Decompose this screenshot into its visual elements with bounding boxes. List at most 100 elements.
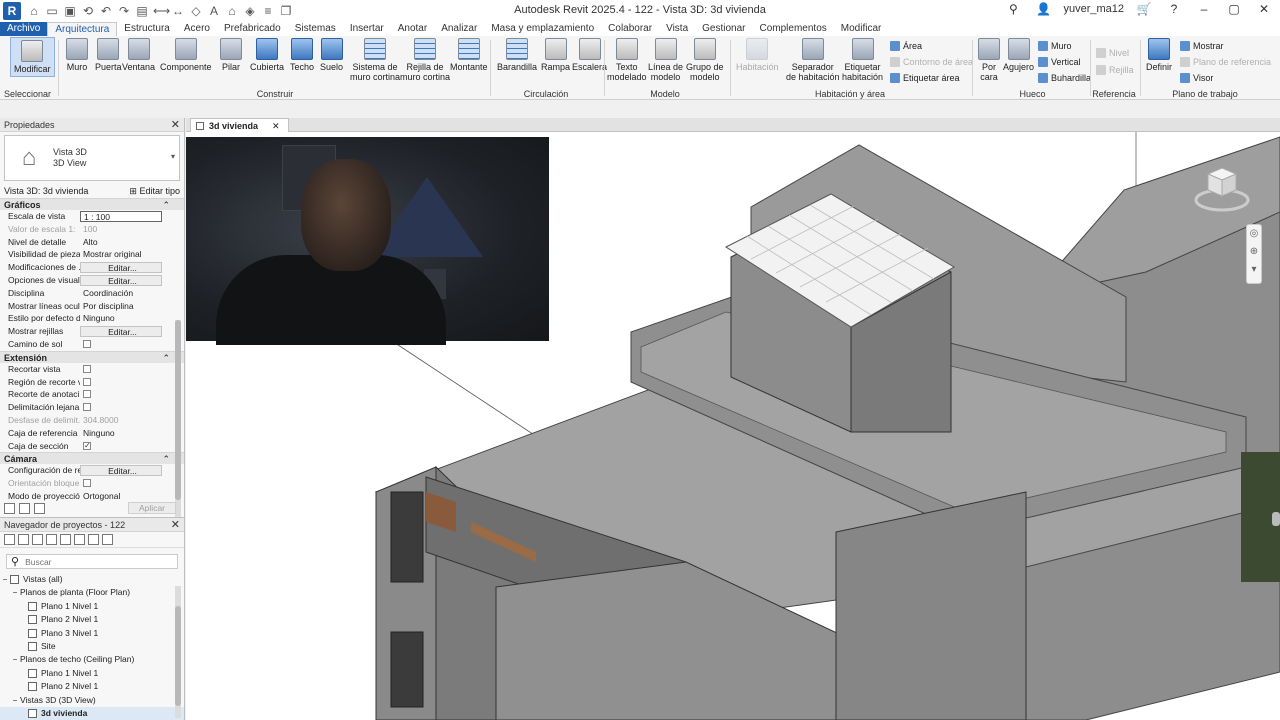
save-icon[interactable]: ▣	[63, 4, 77, 18]
group-habitacion-area[interactable]: Habitación y área	[805, 89, 895, 99]
scroll-thumb[interactable]	[175, 320, 181, 500]
print-icon[interactable]: ▤	[135, 4, 149, 18]
tree-item-vistas-3d[interactable]: − Vistas 3D (3D View)	[0, 694, 184, 707]
tab-gestionar[interactable]: Gestionar	[695, 22, 752, 36]
sun-path-checkbox[interactable]	[83, 339, 91, 348]
apply-button[interactable]: Aplicar	[128, 502, 176, 514]
group-icon[interactable]	[88, 534, 99, 545]
cart-icon[interactable]: 🛒	[1134, 2, 1154, 16]
crop-view-checkbox[interactable]	[83, 364, 91, 373]
modificar-button[interactable]: Modificar	[10, 37, 55, 77]
cubierta-button[interactable]: Cubierta	[250, 38, 284, 72]
tree-item-view[interactable]: Plano 1 Nivel 1	[0, 667, 184, 680]
hueco-vertical-button[interactable]: Vertical	[1038, 57, 1081, 67]
tree-item-vistas[interactable]: − Vistas (all)	[0, 573, 184, 586]
rejilla-muro-cortina-button[interactable]: Rejilla de muro cortina	[400, 38, 450, 82]
instance-label[interactable]: Vista 3D: 3d vivienda	[4, 186, 88, 196]
agujero-button[interactable]: Agujero	[1003, 38, 1034, 72]
tab-analizar[interactable]: Analizar	[434, 22, 484, 36]
tab-sistemas[interactable]: Sistemas	[288, 22, 343, 36]
browser-scrollbar[interactable]	[175, 586, 181, 718]
help-icon[interactable]: ?	[1164, 2, 1184, 16]
viewport-scrollbar[interactable]	[1272, 512, 1280, 526]
collapse-icon[interactable]: −	[10, 694, 20, 707]
drawing-area[interactable]: ◎ ⊕ ▾	[186, 132, 1280, 720]
close-icon[interactable]: ✕	[272, 121, 280, 131]
tag-icon[interactable]: ◇	[189, 4, 203, 18]
maximize-icon[interactable]: ▢	[1224, 2, 1244, 16]
linea-modelo-button[interactable]: Línea de modelo	[648, 38, 683, 82]
minimize-icon[interactable]: –	[1194, 2, 1214, 16]
switch-windows-icon[interactable]: ❐	[279, 4, 293, 18]
barandilla-button[interactable]: Barandilla	[497, 38, 537, 72]
tree-item-3d-vivienda[interactable]: 3d vivienda	[0, 706, 184, 720]
tree-item-planos-techo[interactable]: − Planos de techo (Ceiling Plan)	[0, 653, 184, 666]
group-seleccionar[interactable]: Seleccionar	[4, 89, 54, 99]
tab-estructura[interactable]: Estructura	[117, 22, 177, 36]
text-icon[interactable]: A	[207, 4, 221, 18]
revit-logo-icon[interactable]: R	[3, 2, 21, 20]
area-button[interactable]: Área	[890, 41, 922, 51]
zoom-icon[interactable]: ⊕	[1247, 243, 1261, 261]
tab-acero[interactable]: Acero	[177, 22, 217, 36]
section-icon[interactable]: ◈	[243, 4, 257, 18]
sort-icon[interactable]	[19, 502, 30, 514]
family-icon[interactable]	[74, 534, 85, 545]
annotation-crop-checkbox[interactable]	[83, 390, 91, 399]
mostrar-button[interactable]: Mostrar	[1180, 41, 1224, 51]
redo-icon[interactable]: ↷	[117, 4, 131, 18]
type-selector[interactable]: ⌂ Vista 3D 3D View ▾	[4, 135, 180, 181]
legend-icon[interactable]	[32, 534, 43, 545]
crop-region-checkbox[interactable]	[83, 377, 91, 386]
escalera-button[interactable]: Escalera	[572, 38, 607, 72]
buhardilla-button[interactable]: Buhardilla	[1038, 73, 1091, 83]
measure-icon[interactable]: ⟷	[153, 4, 170, 18]
open-icon[interactable]: ▭	[45, 4, 59, 18]
texto-modelado-button[interactable]: Texto modelado	[607, 38, 647, 82]
tab-insertar[interactable]: Insertar	[343, 22, 391, 36]
habitacion-button[interactable]: Habitación	[736, 38, 779, 72]
undo-icon[interactable]: ↶	[99, 4, 113, 18]
binoculars-icon[interactable]: ⚲	[1003, 2, 1023, 16]
tab-modificar[interactable]: Modificar	[834, 22, 889, 36]
close-icon[interactable]: ✕	[171, 518, 180, 532]
categorize-icon[interactable]	[4, 502, 15, 514]
collapse-icon[interactable]: −	[10, 653, 20, 666]
contorno-area-button[interactable]: Contorno de área	[890, 57, 973, 67]
suelo-button[interactable]: Suelo	[320, 38, 343, 72]
puerta-button[interactable]: Puerta	[95, 38, 122, 72]
3d-view-icon[interactable]: ⌂	[225, 4, 239, 18]
definir-button[interactable]: Definir	[1146, 38, 1172, 72]
ventana-button[interactable]: Ventana	[122, 38, 155, 72]
tab-complementos[interactable]: Complementos	[753, 22, 834, 36]
sheet-icon[interactable]	[60, 534, 71, 545]
sync-icon[interactable]: ⟲	[81, 4, 95, 18]
search-input[interactable]	[25, 556, 166, 567]
componente-button[interactable]: Componente	[160, 38, 212, 72]
link-icon[interactable]	[102, 534, 113, 545]
collapse-icon[interactable]: −	[0, 573, 10, 586]
user-name[interactable]: yuver_ma12	[1063, 3, 1124, 15]
montante-button[interactable]: Montante	[450, 38, 488, 72]
category-camara[interactable]: Cámara ⌃	[0, 452, 184, 465]
thin-lines-icon[interactable]: ≡	[261, 4, 275, 18]
pilar-button[interactable]: Pilar	[220, 38, 242, 72]
view-icon[interactable]	[18, 534, 29, 545]
rampa-button[interactable]: Rampa	[541, 38, 570, 72]
tab-archivo[interactable]: Archivo	[0, 22, 48, 36]
tree-item-view[interactable]: Plano 2 Nivel 1	[0, 613, 184, 626]
tree-item-planos-planta[interactable]: − Planos de planta (Floor Plan)	[0, 586, 184, 599]
tab-prefabricado[interactable]: Prefabricado	[217, 22, 288, 36]
etiquetar-habitacion-button[interactable]: Etiquetar habitación	[842, 38, 883, 82]
tab-vista[interactable]: Vista	[659, 22, 695, 36]
nivel-button[interactable]: Nivel	[1096, 48, 1129, 58]
sistema-muro-cortina-button[interactable]: Sistema de muro cortina	[350, 38, 400, 82]
view-tab-3d-vivienda[interactable]: 3d vivienda ✕	[190, 118, 289, 132]
techo-button[interactable]: Techo	[290, 38, 314, 72]
close-icon[interactable]: ✕	[171, 118, 180, 132]
etiquetar-area-button[interactable]: Etiquetar área	[890, 73, 960, 83]
far-clip-checkbox[interactable]	[83, 403, 91, 412]
home-icon[interactable]	[4, 534, 15, 545]
section-box-checkbox[interactable]	[83, 440, 91, 452]
category-extension[interactable]: Extensión ⌃	[0, 350, 184, 363]
